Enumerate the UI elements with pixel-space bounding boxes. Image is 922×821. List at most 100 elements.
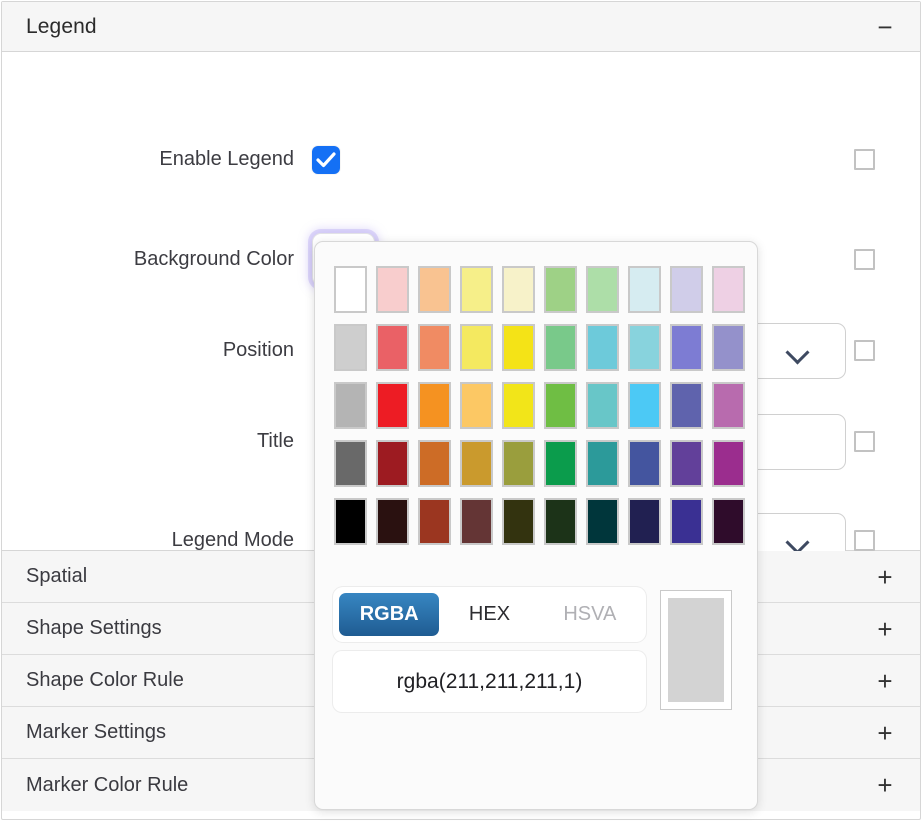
color-swatch[interactable] — [418, 382, 451, 429]
position-row-checkbox-wrap — [854, 340, 875, 361]
color-swatch[interactable] — [460, 382, 493, 429]
label-background-color: Background Color — [133, 248, 294, 270]
color-swatch[interactable] — [334, 382, 367, 429]
tab-hex[interactable]: HEX — [439, 593, 539, 636]
accordion-label-marker-settings: Marker Settings — [26, 721, 167, 743]
plus-icon[interactable]: + — [872, 564, 898, 590]
color-swatch[interactable] — [376, 440, 409, 487]
legend-settings-screen: Legend − Enable Legend Background Color … — [0, 0, 922, 821]
color-swatch[interactable] — [334, 266, 367, 313]
form-row-enable-legend: Enable Legend — [2, 114, 920, 205]
color-swatch[interactable] — [628, 440, 661, 487]
color-swatch[interactable] — [712, 498, 745, 545]
color-preview-new — [668, 598, 724, 650]
color-swatch[interactable] — [376, 382, 409, 429]
color-swatch[interactable] — [544, 498, 577, 545]
color-swatch[interactable] — [544, 324, 577, 371]
tab-hsva[interactable]: HSVA — [540, 593, 640, 636]
label-enable-legend: Enable Legend — [159, 148, 294, 170]
color-swatch[interactable] — [460, 440, 493, 487]
label-position: Position — [222, 339, 294, 361]
color-swatch[interactable] — [544, 266, 577, 313]
accordion-label-shape-settings: Shape Settings — [26, 617, 162, 639]
accordion-label-shape-color-rule: Shape Color Rule — [26, 669, 184, 691]
color-swatch[interactable] — [502, 440, 535, 487]
color-swatch[interactable] — [418, 324, 451, 371]
tab-rgba[interactable]: RGBA — [339, 593, 440, 636]
color-swatch[interactable] — [712, 382, 745, 429]
color-swatch[interactable] — [586, 324, 619, 371]
color-swatch[interactable] — [418, 266, 451, 313]
color-swatch[interactable] — [502, 324, 535, 371]
color-swatch[interactable] — [586, 440, 619, 487]
color-swatch[interactable] — [334, 440, 367, 487]
color-value-input[interactable]: rgba(211,211,211,1) — [333, 651, 646, 712]
color-swatch[interactable] — [544, 440, 577, 487]
color-swatch[interactable] — [544, 382, 577, 429]
color-swatch-grid — [315, 242, 757, 553]
color-swatch[interactable] — [628, 266, 661, 313]
accordion-label-spatial: Spatial — [26, 565, 88, 587]
color-format-tabs: RGBA HEX HSVA — [333, 587, 646, 642]
color-swatch[interactable] — [502, 382, 535, 429]
color-swatch[interactable] — [670, 382, 703, 429]
legend-mode-row-checkbox-wrap — [854, 530, 875, 551]
color-swatch[interactable] — [502, 266, 535, 313]
accordion-label-marker-color-rule: Marker Color Rule — [26, 773, 189, 796]
minus-icon[interactable]: − — [872, 14, 898, 40]
check-icon — [316, 151, 336, 167]
color-swatch[interactable] — [586, 498, 619, 545]
enable-legend-control — [312, 145, 340, 174]
enable-legend-checkbox[interactable] — [312, 145, 340, 174]
color-swatch[interactable] — [670, 266, 703, 313]
color-swatch[interactable] — [670, 324, 703, 371]
color-swatch[interactable] — [334, 498, 367, 545]
color-swatch[interactable] — [460, 324, 493, 371]
color-preview-current — [668, 650, 724, 702]
override-checkbox-background-color[interactable] — [854, 249, 875, 270]
color-swatch[interactable] — [334, 324, 367, 371]
override-checkbox-title[interactable] — [854, 431, 875, 452]
color-swatch[interactable] — [628, 498, 661, 545]
color-swatch[interactable] — [460, 266, 493, 313]
title-row-checkbox-wrap — [854, 431, 875, 452]
override-checkbox-enable-legend[interactable] — [854, 149, 875, 170]
plus-icon[interactable]: + — [872, 616, 898, 642]
color-swatch[interactable] — [376, 324, 409, 371]
color-swatch[interactable] — [712, 440, 745, 487]
title-control — [750, 413, 846, 470]
color-swatch[interactable] — [460, 498, 493, 545]
override-checkbox-legend-mode[interactable] — [854, 530, 875, 551]
color-format-area: RGBA HEX HSVA rgba(211,211,211,1) — [333, 587, 646, 712]
color-swatch[interactable] — [376, 498, 409, 545]
override-checkbox-position[interactable] — [854, 340, 875, 361]
color-swatch[interactable] — [586, 266, 619, 313]
position-control — [750, 322, 846, 379]
accordion-header-legend[interactable]: Legend − — [2, 2, 920, 52]
label-title: Title — [256, 430, 294, 452]
color-swatch[interactable] — [418, 498, 451, 545]
enable-legend-row-checkbox-wrap — [854, 149, 875, 170]
title-input[interactable] — [750, 413, 846, 470]
page-title: Legend — [26, 14, 97, 38]
color-swatch[interactable] — [628, 324, 661, 371]
color-preview — [660, 590, 732, 710]
background-color-row-checkbox-wrap — [854, 249, 875, 270]
color-swatch[interactable] — [376, 266, 409, 313]
plus-icon[interactable]: + — [872, 668, 898, 694]
position-select[interactable] — [750, 322, 846, 379]
color-swatch[interactable] — [418, 440, 451, 487]
color-swatch[interactable] — [670, 498, 703, 545]
label-legend-mode: Legend Mode — [171, 529, 294, 551]
color-picker-popover: RGBA HEX HSVA rgba(211,211,211,1) Appl — [314, 241, 758, 810]
plus-icon[interactable]: + — [872, 720, 898, 746]
chevron-down-icon — [786, 534, 810, 547]
plus-icon[interactable]: + — [872, 772, 898, 798]
color-swatch[interactable] — [502, 498, 535, 545]
color-swatch[interactable] — [670, 440, 703, 487]
color-swatch[interactable] — [586, 382, 619, 429]
chevron-down-icon — [786, 344, 810, 357]
color-swatch[interactable] — [628, 382, 661, 429]
color-swatch[interactable] — [712, 266, 745, 313]
color-swatch[interactable] — [712, 324, 745, 371]
